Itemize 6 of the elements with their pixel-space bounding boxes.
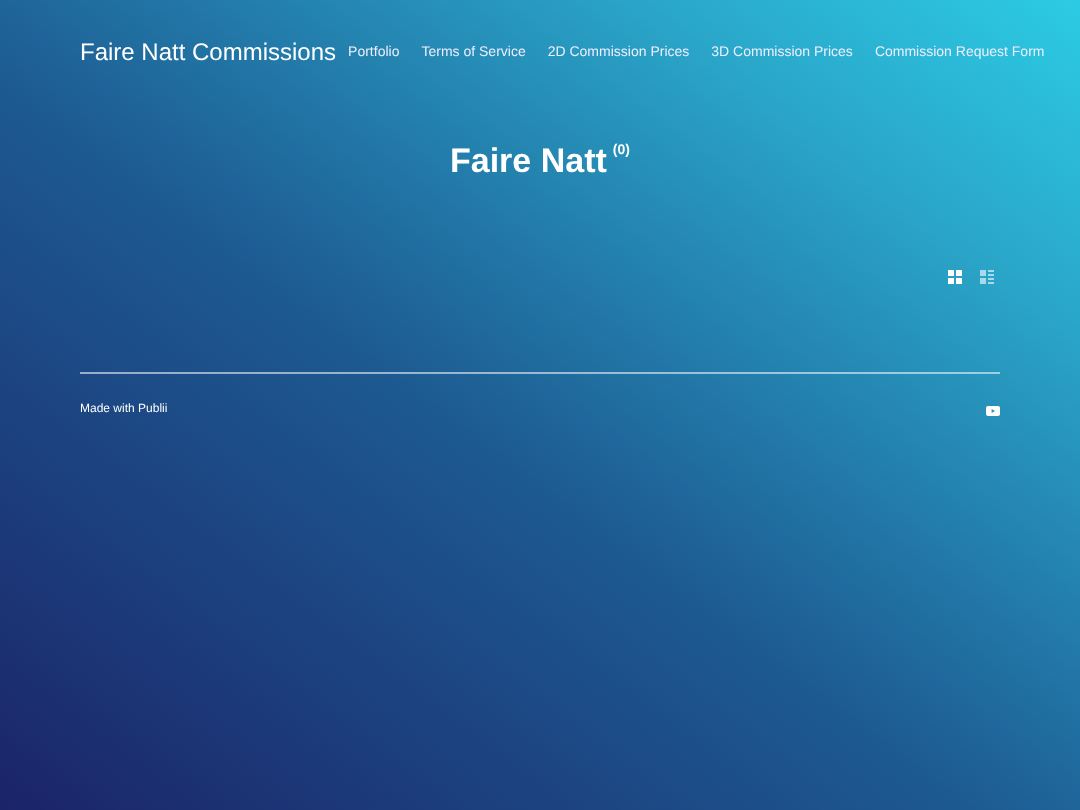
list-view-icon[interactable] bbox=[980, 270, 994, 284]
gallery-title: Faire Natt bbox=[450, 142, 607, 180]
video-play-icon[interactable] bbox=[986, 405, 1000, 415]
item-count: (0) bbox=[612, 144, 630, 158]
site-title-link[interactable]: Faire Natt Commissions bbox=[80, 38, 337, 66]
grid-view-icon[interactable] bbox=[948, 270, 962, 284]
